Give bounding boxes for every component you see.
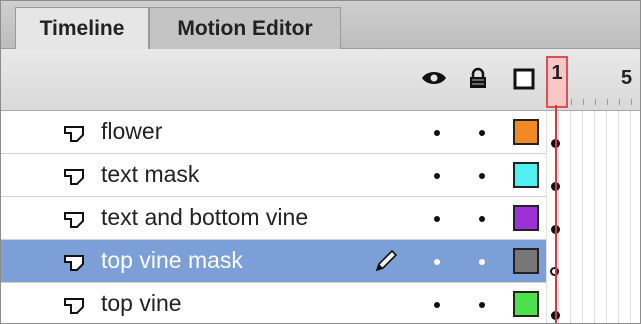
- frame-ruler-ticks: [571, 99, 640, 105]
- playhead-line[interactable]: [555, 105, 557, 323]
- tab-motion-editor[interactable]: Motion Editor: [149, 7, 341, 49]
- layer-row[interactable]: flower: [1, 111, 640, 154]
- lock-dot[interactable]: [479, 259, 485, 265]
- outline-color-swatch[interactable]: [513, 291, 539, 317]
- tab-timeline[interactable]: Timeline: [15, 7, 149, 50]
- layer-row[interactable]: text mask: [1, 154, 640, 197]
- lock-dot[interactable]: [479, 216, 485, 222]
- outline-color-swatch[interactable]: [513, 119, 539, 145]
- visibility-dot[interactable]: [434, 130, 440, 136]
- layer-row[interactable]: top vine: [1, 283, 640, 323]
- layer-name: flower: [101, 118, 163, 144]
- layer-page-icon: [63, 168, 85, 191]
- layer-page-icon: [63, 211, 85, 234]
- layer-name: top vine mask: [101, 247, 243, 273]
- visibility-dot[interactable]: [434, 302, 440, 308]
- visibility-dot[interactable]: [434, 173, 440, 179]
- outline-square-icon[interactable]: [513, 68, 535, 95]
- tab-bar: Timeline Motion Editor: [1, 1, 640, 50]
- lock-dot[interactable]: [479, 173, 485, 179]
- timeline-panel: Timeline Motion Editor 1 5 flower text m…: [0, 0, 641, 324]
- layer-page-icon: [63, 125, 85, 148]
- frame-cells[interactable]: [546, 154, 640, 197]
- frame-cells[interactable]: [546, 283, 640, 323]
- layer-name: text mask: [101, 161, 200, 187]
- frame-cells[interactable]: [546, 111, 640, 154]
- layer-row-selected[interactable]: top vine mask: [1, 240, 640, 283]
- pencil-icon: [373, 248, 399, 279]
- outline-color-swatch[interactable]: [513, 205, 539, 231]
- lock-dot[interactable]: [479, 130, 485, 136]
- layer-header: [1, 49, 640, 111]
- layer-name: text and bottom vine: [101, 204, 309, 230]
- outline-color-swatch[interactable]: [513, 248, 539, 274]
- frame-cells[interactable]: [546, 240, 640, 283]
- lock-icon[interactable]: [467, 67, 489, 94]
- layer-name: top vine: [101, 290, 182, 316]
- ruler-frame-label: 5: [621, 67, 633, 89]
- eye-icon[interactable]: [421, 69, 447, 92]
- layer-page-icon: [63, 254, 85, 277]
- outline-color-swatch[interactable]: [513, 162, 539, 188]
- frame-cells[interactable]: [546, 197, 640, 240]
- layer-row[interactable]: text and bottom vine: [1, 197, 640, 240]
- visibility-dot[interactable]: [434, 259, 440, 265]
- current-frame-marker[interactable]: 1: [546, 56, 568, 108]
- layer-page-icon: [63, 297, 85, 320]
- layer-list: flower text mask text and bottom vine to…: [1, 111, 640, 323]
- visibility-dot[interactable]: [434, 216, 440, 222]
- lock-dot[interactable]: [479, 302, 485, 308]
